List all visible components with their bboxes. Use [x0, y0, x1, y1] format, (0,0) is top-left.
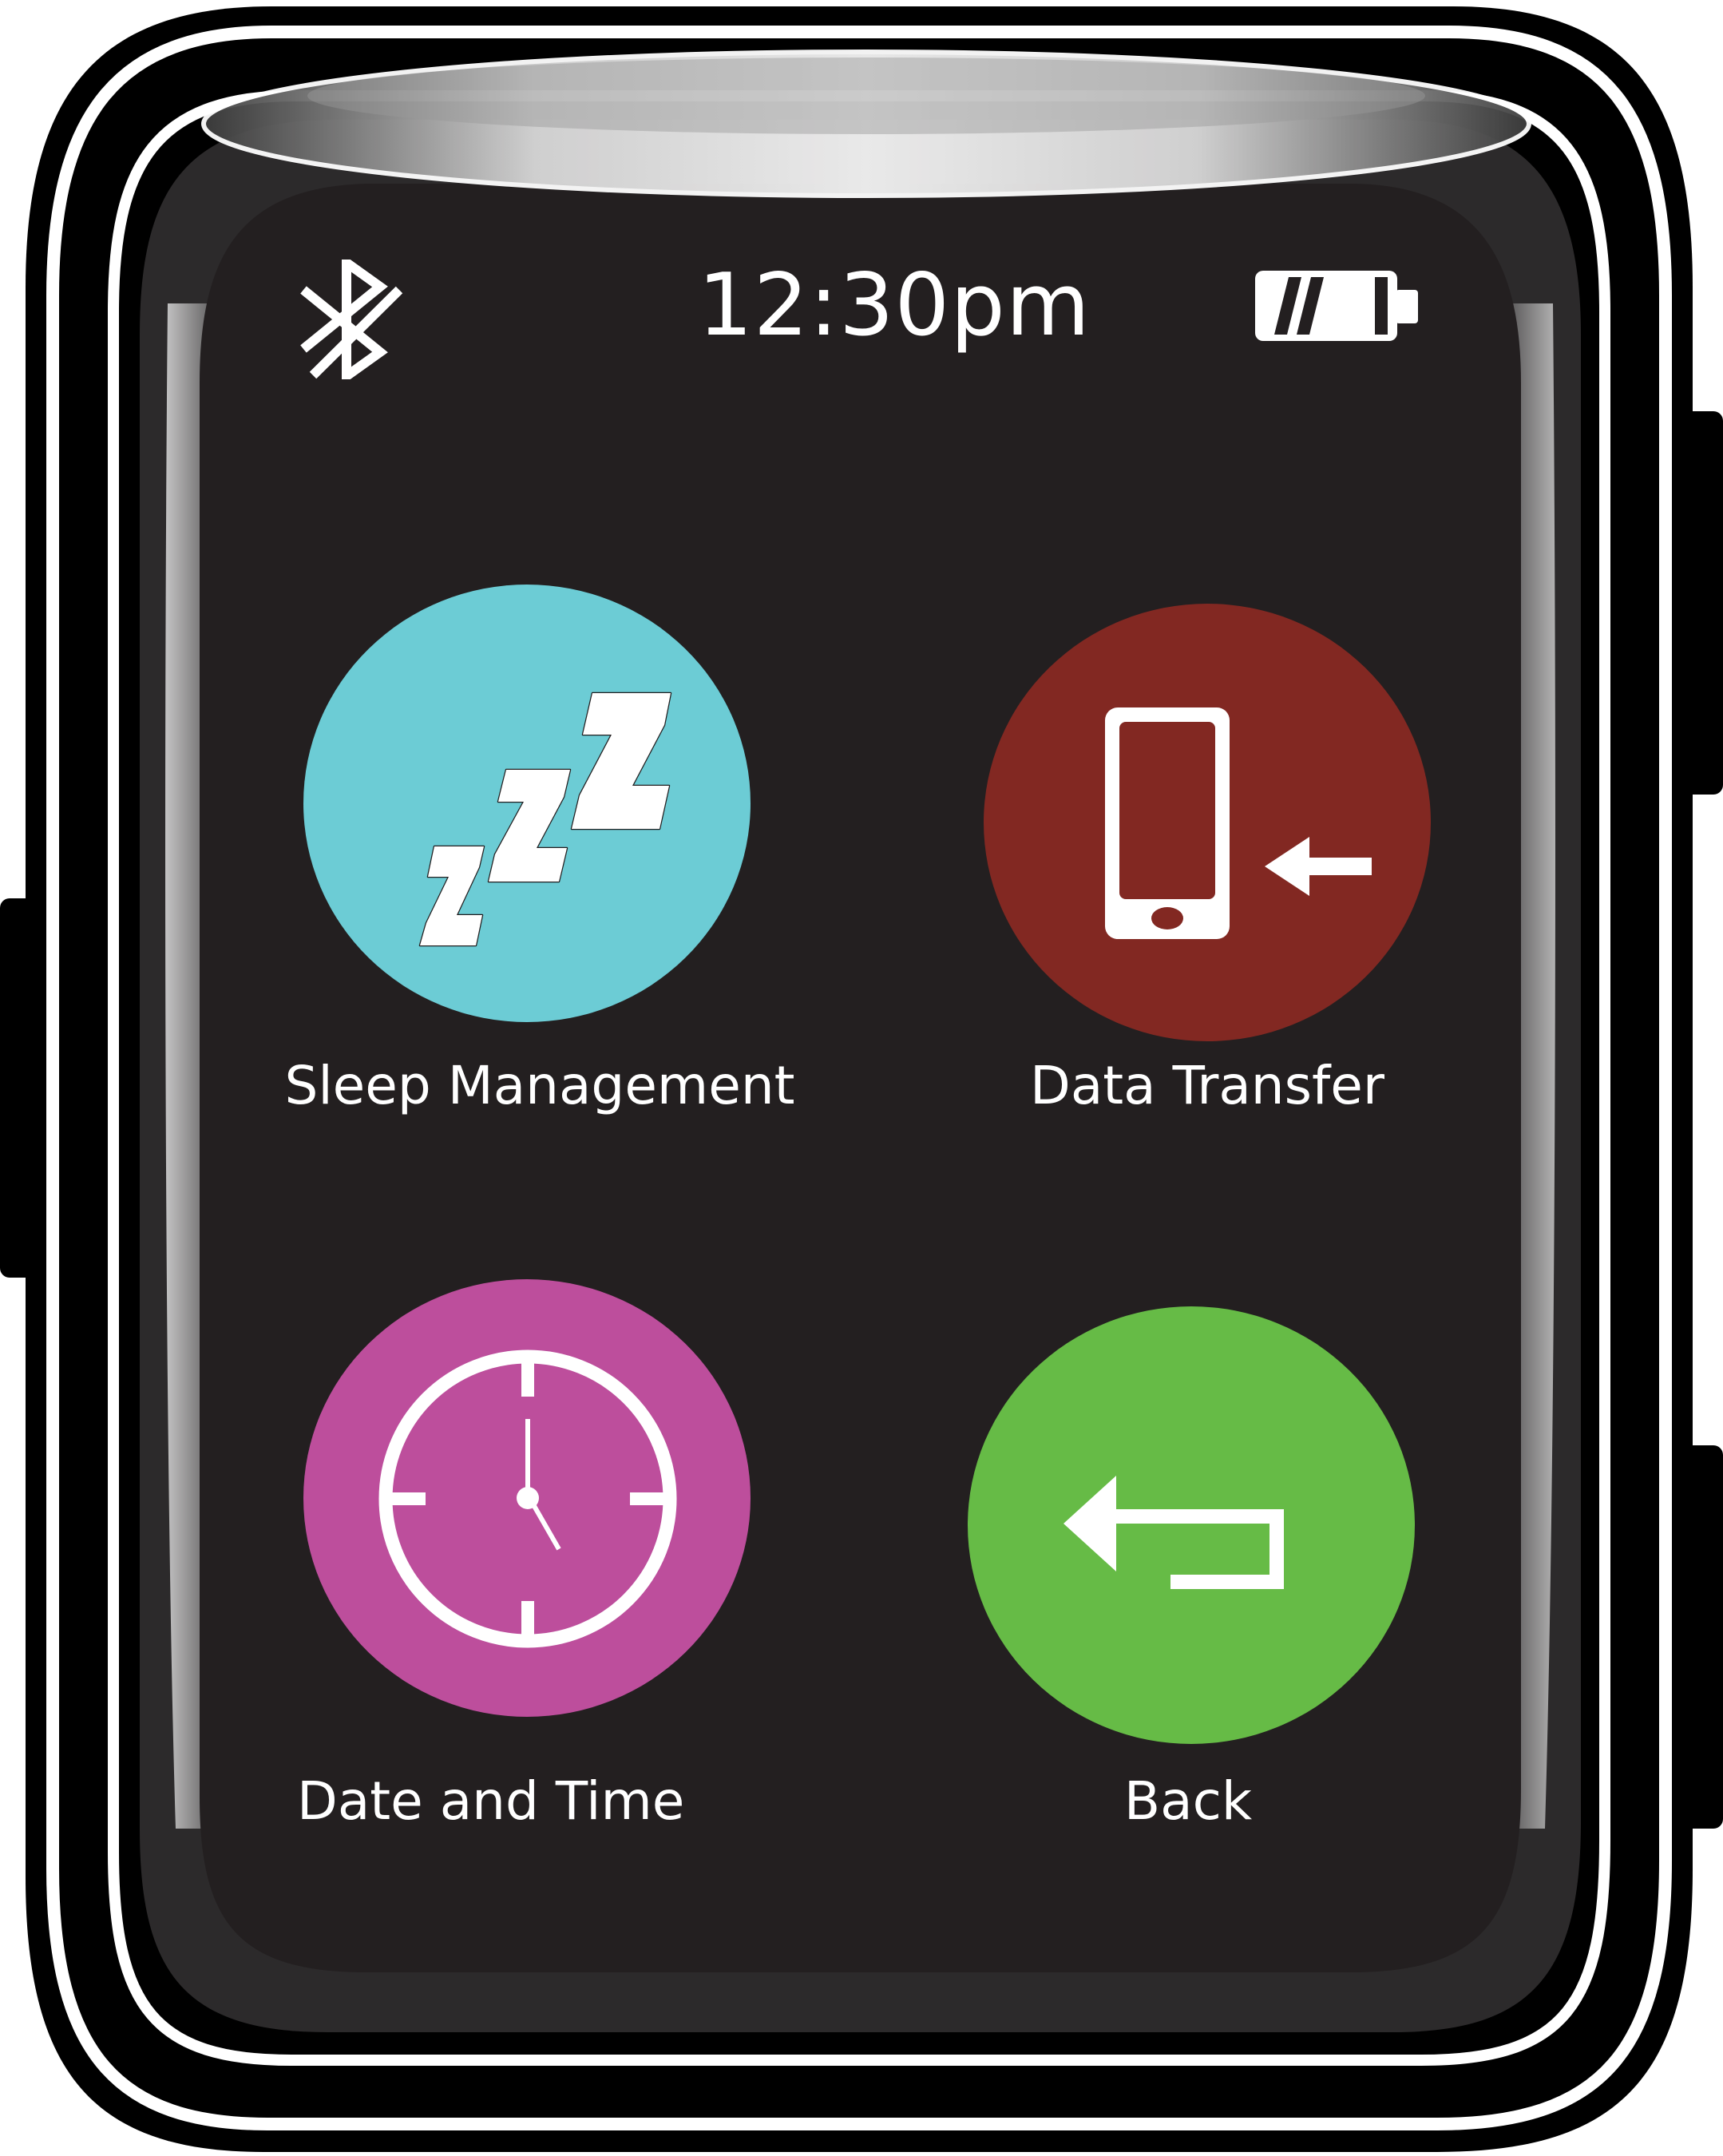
clock-icon: [378, 1349, 677, 1648]
data-transfer-label: Data Transfer: [1030, 1055, 1384, 1116]
sleep-management-label: Sleep Management: [284, 1055, 795, 1116]
date-and-time-circle[interactable]: [303, 1279, 751, 1717]
app-date-and-time[interactable]: Date and Time: [297, 1279, 779, 1838]
app-sleep-management[interactable]: Sleep Management: [284, 585, 811, 1128]
back-arrow-icon: [1064, 1476, 1284, 1589]
data-transfer-circle[interactable]: [984, 604, 1431, 1041]
date-and-time-label: Date and Time: [297, 1770, 685, 1832]
app-data-transfer[interactable]: Data Transfer: [984, 604, 1431, 1131]
sleep-zzz-icon: [418, 692, 672, 947]
watch-screen-ui: 12:30pm Sleep Management Data Transfer D…: [0, 0, 1723, 2156]
back-label: Back: [1123, 1770, 1253, 1832]
sleep-management-circle[interactable]: [303, 585, 751, 1022]
status-time: 12:30pm: [698, 256, 1091, 355]
app-back[interactable]: Back: [968, 1306, 1415, 1849]
phone-transfer-icon: [1105, 707, 1372, 939]
bluetooth-icon: [300, 260, 403, 379]
back-circle[interactable]: [968, 1306, 1415, 1744]
battery-icon: [1255, 271, 1418, 341]
